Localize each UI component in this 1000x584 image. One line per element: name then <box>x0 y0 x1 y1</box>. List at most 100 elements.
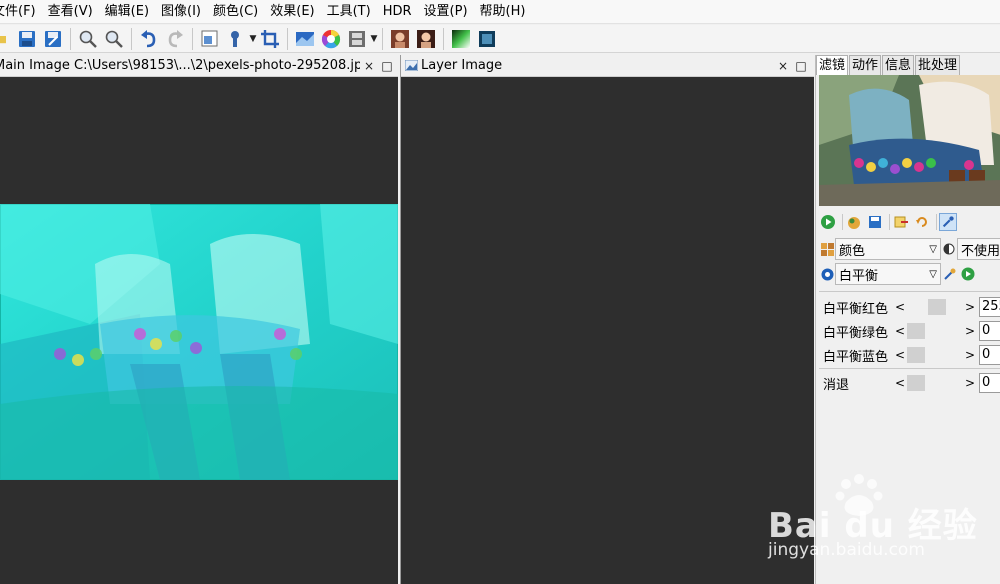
param-label: 白平衡红色 <box>823 301 889 317</box>
tab-actions[interactable]: 动作 <box>849 55 882 75</box>
param-value-input[interactable]: 0 <box>979 373 1000 393</box>
film-strip-icon[interactable] <box>346 28 368 50</box>
menu-settings[interactable]: 设置(P) <box>418 0 474 24</box>
chevron-left-icon[interactable]: < <box>893 376 907 390</box>
save-preset-icon[interactable] <box>866 213 884 231</box>
menu-help[interactable]: 帮助(H) <box>474 0 532 24</box>
clone-stamp-icon[interactable] <box>225 28 247 50</box>
icon-separator <box>842 214 843 230</box>
menu-image[interactable]: 图像(I) <box>155 0 207 24</box>
category-value: 颜色 <box>839 243 866 259</box>
image-icon[interactable] <box>476 28 498 50</box>
tab-info[interactable]: 信息 <box>882 55 915 75</box>
redo-icon[interactable] <box>164 28 186 50</box>
param-slider[interactable] <box>907 346 963 364</box>
menu-tools[interactable]: 工具(T) <box>321 0 377 24</box>
reset-icon[interactable] <box>913 213 931 231</box>
save-icon[interactable] <box>16 28 38 50</box>
toolbar-separator <box>70 27 71 50</box>
portrait-retouch-icon[interactable] <box>415 28 437 50</box>
grid-icon <box>819 242 835 256</box>
param-value-input[interactable]: 255 <box>979 297 1000 317</box>
icon-separator <box>936 214 937 230</box>
tab-batch[interactable]: 批处理 <box>915 55 961 75</box>
filter-select[interactable]: 白平衡 ▽ <box>835 263 941 285</box>
import-icon[interactable] <box>892 213 910 231</box>
filter-side-panel: 滤镜 动作 信息 批处理 颜色 ▽ 不使用 白平衡 ▽ 白平衡红色 < > 25… <box>815 55 1000 584</box>
category-row: 颜色 ▽ 不使用 <box>819 237 1000 261</box>
toolbar-separator <box>287 27 288 50</box>
restore-icon[interactable]: □ <box>378 59 396 73</box>
restore-icon[interactable]: □ <box>792 59 810 73</box>
param-row-red: 白平衡红色 < > 255 <box>823 296 1000 318</box>
menu-file[interactable]: 文件(F) <box>0 0 42 24</box>
close-icon[interactable]: × <box>774 59 792 73</box>
eyedropper-icon[interactable] <box>939 213 957 231</box>
open-folder-icon[interactable] <box>0 28 12 50</box>
layer-image-panel: Layer Image × □ <box>400 55 814 584</box>
param-row-green: 白平衡绿色 < > 0 <box>823 320 1000 342</box>
toolbar-separator <box>443 27 444 50</box>
param-label: 消退 <box>823 377 850 393</box>
close-icon[interactable]: × <box>360 59 378 73</box>
undo-icon[interactable] <box>138 28 160 50</box>
menu-effects[interactable]: 效果(E) <box>264 0 320 24</box>
zoom-out-icon[interactable] <box>103 28 125 50</box>
param-slider[interactable] <box>907 298 963 316</box>
zoom-in-icon[interactable] <box>77 28 99 50</box>
chevron-right-icon[interactable]: > <box>963 348 977 362</box>
filter-preview-thumbnail <box>819 75 1000 206</box>
category-select[interactable]: 颜色 ▽ <box>835 238 941 260</box>
icon-separator <box>889 214 890 230</box>
slider-thumb[interactable] <box>907 375 925 391</box>
play-icon[interactable] <box>819 213 837 231</box>
param-slider[interactable] <box>907 374 963 392</box>
resize-icon[interactable] <box>199 28 221 50</box>
layer-image-icon <box>401 60 421 71</box>
chevron-down-icon[interactable]: ▼ <box>249 34 257 44</box>
tab-filters[interactable]: 滤镜 <box>816 55 849 75</box>
param-slider[interactable] <box>907 322 963 340</box>
menu-view[interactable]: 查看(V) <box>42 0 99 24</box>
levels-icon[interactable] <box>294 28 316 50</box>
slider-thumb[interactable] <box>907 323 925 339</box>
param-label: 白平衡蓝色 <box>823 349 889 365</box>
chevron-down-icon: ▽ <box>929 268 937 280</box>
apply-icon[interactable] <box>959 267 977 281</box>
slider-thumb[interactable] <box>928 299 946 315</box>
crop-icon[interactable] <box>259 28 281 50</box>
gradient-icon[interactable] <box>450 28 472 50</box>
slider-thumb[interactable] <box>907 347 925 363</box>
color-wheel-icon[interactable] <box>320 28 342 50</box>
chevron-down-icon[interactable]: ▼ <box>370 34 378 44</box>
menu-hdr[interactable]: HDR <box>377 0 418 24</box>
main-image-header: Main Image C:\Users\98153\...\2\pexels-p… <box>0 55 398 77</box>
chevron-right-icon[interactable]: > <box>963 300 977 314</box>
divider <box>819 368 1000 369</box>
chevron-down-icon: ▽ <box>929 243 937 255</box>
mask-button[interactable]: 不使用 <box>957 238 1000 260</box>
param-value-input[interactable]: 0 <box>979 321 1000 341</box>
chevron-left-icon[interactable]: < <box>893 300 907 314</box>
chevron-right-icon[interactable]: > <box>963 324 977 338</box>
radio-icon[interactable] <box>819 268 835 281</box>
param-value-input[interactable]: 0 <box>979 345 1000 365</box>
mask-icon <box>941 243 957 255</box>
menu-color[interactable]: 颜色(C) <box>207 0 264 24</box>
open-preset-icon[interactable] <box>845 213 863 231</box>
layer-image-title: Layer Image <box>421 58 503 73</box>
chevron-right-icon[interactable]: > <box>963 376 977 390</box>
chevron-left-icon[interactable]: < <box>893 324 907 338</box>
settings-wand-icon[interactable] <box>941 267 959 281</box>
menu-edit[interactable]: 编辑(E) <box>99 0 155 24</box>
save-as-icon[interactable] <box>42 28 64 50</box>
filter-value: 白平衡 <box>839 268 879 284</box>
layer-image-header: Layer Image × □ <box>401 55 814 77</box>
portrait-icon[interactable] <box>389 28 411 50</box>
main-image-canvas[interactable] <box>0 78 398 584</box>
toolbar-separator <box>382 27 383 50</box>
chevron-left-icon[interactable]: < <box>893 348 907 362</box>
filter-icon-row <box>819 211 960 233</box>
divider <box>819 291 1000 292</box>
layer-image-canvas[interactable] <box>401 78 814 584</box>
